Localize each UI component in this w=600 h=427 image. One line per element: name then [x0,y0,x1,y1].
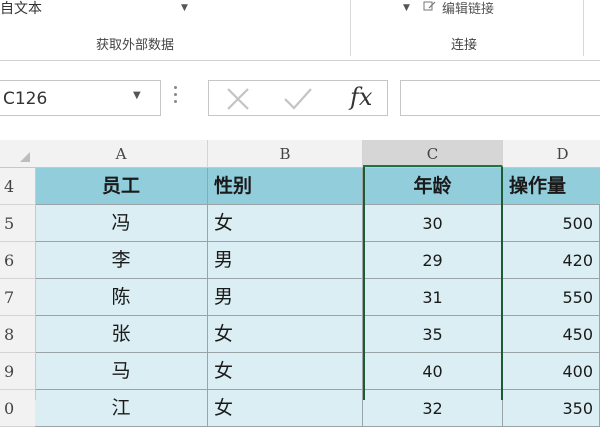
cell-gender[interactable]: 女 [208,205,363,242]
cell-age[interactable]: 30 [363,205,503,242]
column-header-d[interactable]: D [503,140,600,167]
worksheet-grid: A B C D 4 员工 性别 年龄 操作量 5 冯 女 30 500 6 李 … [0,140,600,427]
cell-age[interactable]: 31 [363,279,503,316]
cell-gender[interactable]: 男 [208,279,363,316]
column-header-b[interactable]: B [208,140,363,167]
from-text-button[interactable]: 自文本 [0,0,42,18]
cell-volume[interactable]: 450 [503,316,600,353]
resize-grip-icon[interactable] [174,86,177,108]
cell-volume[interactable]: 500 [503,205,600,242]
cell-employee[interactable]: 马 [35,353,208,390]
cell-volume[interactable]: 420 [503,242,600,279]
ribbon-divider [0,60,600,61]
cell-age[interactable]: 32 [363,390,503,427]
cell-employee[interactable]: 冯 [35,205,208,242]
cell-header-volume[interactable]: 操作量 [503,168,600,205]
cell-gender[interactable]: 男 [208,242,363,279]
cell-header-gender[interactable]: 性别 [208,168,363,205]
enter-check-icon[interactable] [281,85,315,113]
cell-employee[interactable]: 陈 [35,279,208,316]
cell-employee[interactable]: 李 [35,242,208,279]
cell-volume[interactable]: 400 [503,353,600,390]
cancel-x-icon[interactable] [223,85,253,113]
cell-employee[interactable]: 张 [35,316,208,353]
group-label-get-external-data: 获取外部数据 [96,38,175,53]
edit-links-button[interactable]: 编辑链接 [442,0,494,17]
from-text-label: 自文本 [0,1,42,17]
dropdown-arrow-icon[interactable]: ▼ [181,3,188,13]
link-icon[interactable] [423,0,437,12]
group-separator [350,0,351,56]
row-header[interactable]: 7 [0,279,35,316]
cell-age[interactable]: 40 [363,353,503,390]
cell-gender[interactable]: 女 [208,316,363,353]
cell-employee[interactable]: 江 [35,390,208,427]
group-label-connections: 连接 [451,38,478,53]
insert-function-icon[interactable]: fx [350,83,372,111]
column-header-c[interactable]: C [363,140,503,167]
name-box-value: C126 [3,89,48,109]
cell-header-age[interactable]: 年龄 [363,168,503,205]
formula-buttons: fx [208,80,388,116]
cell-volume[interactable]: 550 [503,279,600,316]
edit-links-label: 编辑链接 [442,2,495,17]
row-header[interactable]: 5 [0,205,35,242]
cell-volume[interactable]: 350 [503,390,600,427]
formula-input[interactable] [400,80,600,116]
row-header[interactable]: 8 [0,316,35,353]
row-header[interactable]: 6 [0,242,35,279]
cell-age[interactable]: 29 [363,242,503,279]
formula-bar: C126 ▼ fx [0,62,600,140]
cell-header-employee[interactable]: 员工 [35,168,208,205]
chevron-down-icon[interactable]: ▼ [133,90,141,101]
row-header-divider [35,167,36,400]
select-all-icon[interactable] [0,140,35,167]
cell-gender[interactable]: 女 [208,390,363,427]
name-box[interactable]: C126 ▼ [0,80,161,116]
dropdown-arrow-icon[interactable]: ▼ [403,3,410,13]
ribbon: 自文本 ▼ ▼ 编辑链接 获取外部数据 连接 [0,0,600,62]
column-header-a[interactable]: A [35,140,208,167]
cell-gender[interactable]: 女 [208,353,363,390]
row-header[interactable]: 4 [0,168,35,205]
cell-age[interactable]: 35 [363,316,503,353]
group-separator [583,0,584,56]
row-header[interactable]: 0 [0,390,35,427]
row-header[interactable]: 9 [0,353,35,390]
